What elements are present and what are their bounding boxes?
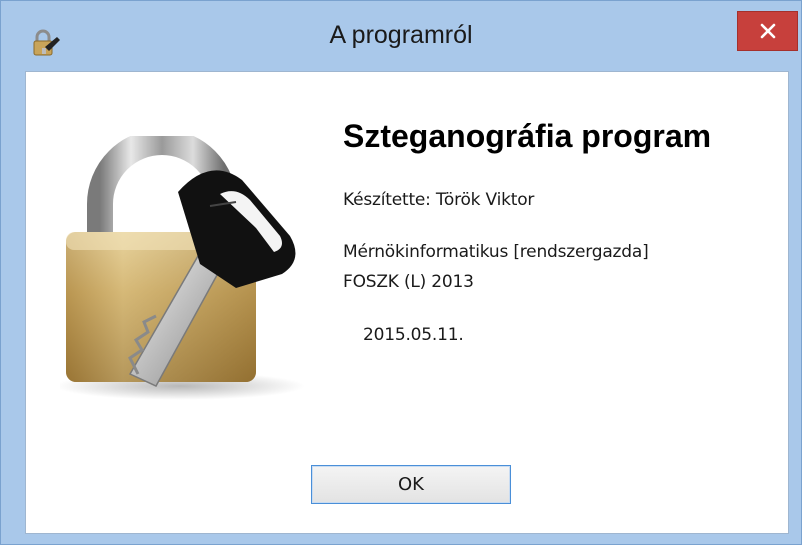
about-dialog-window: A programról Szteganográfia program Kész… [0, 0, 802, 545]
course-text-line2: FOSZK (L) 2013 [343, 272, 474, 292]
date-text: 2015.05.11. [363, 325, 464, 345]
course-text-line1: Mérnökinformatikus [rendszergazda] [343, 242, 649, 262]
window-title: A programról [329, 21, 473, 49]
program-title: Szteganográfia program [343, 118, 712, 154]
close-button[interactable] [737, 11, 798, 51]
dialog-content: Szteganográfia program Készítette: Török… [25, 71, 789, 534]
padlock-with-key-icon [60, 136, 305, 400]
ok-button[interactable]: OK [311, 465, 511, 504]
close-icon [760, 23, 776, 39]
author-text: Készítette: Török Viktor [343, 190, 535, 210]
title-bar[interactable]: A programról [1, 1, 801, 70]
